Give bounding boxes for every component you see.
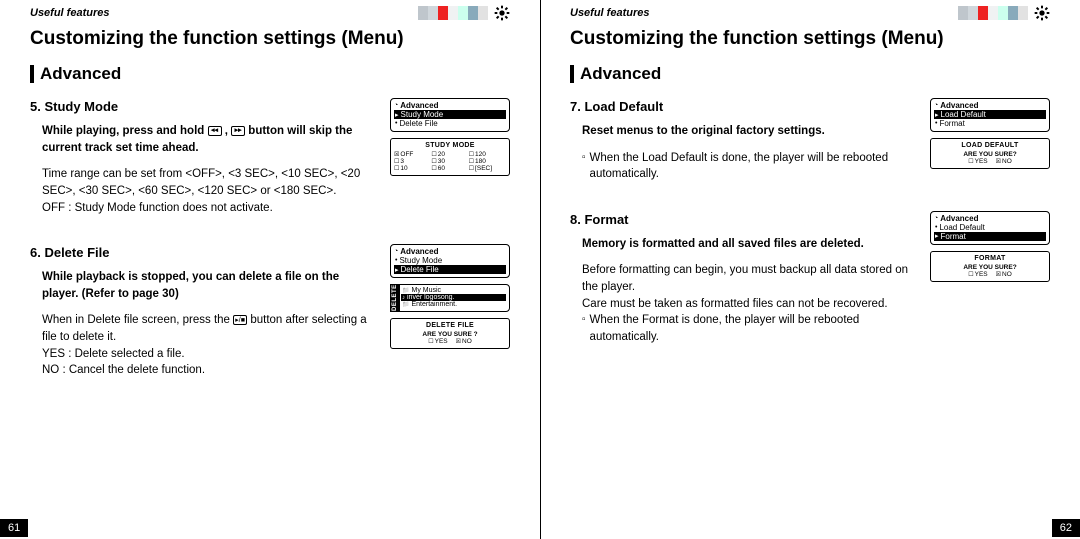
section-title: 7. Load Default <box>570 98 916 117</box>
section-delete-file: 6. Delete File While playback is stopped… <box>30 244 510 379</box>
page-right: Useful features Customizing the function… <box>540 0 1080 539</box>
section-format: 8. Format Memory is formatted and all sa… <box>570 211 1050 346</box>
lcd-delete: Advanced Study Mode Delete File DELETE M… <box>390 244 510 379</box>
gear-icon <box>494 5 510 21</box>
section-detail: When the Load Default is done, the playe… <box>570 150 916 183</box>
rewind-icon: ◂◂ <box>208 126 222 136</box>
header-decoration <box>958 5 1050 21</box>
lcd-study: Advanced Study Mode Delete File STUDY MO… <box>390 98 510 216</box>
page-footer: 62 <box>540 517 1080 539</box>
page-subtitle: Advanced <box>570 64 1050 84</box>
page-title: Customizing the function settings (Menu) <box>570 28 1050 50</box>
page-subtitle: Advanced <box>30 64 510 84</box>
section-intro: Memory is formatted and all saved files … <box>570 236 916 253</box>
breadcrumb: Useful features <box>30 7 109 19</box>
section-title: 5. Study Mode <box>30 98 376 117</box>
section-intro: While playback is stopped, you can delet… <box>30 269 376 302</box>
page-footer: 61 <box>0 517 540 539</box>
fastforward-icon: ▸▸ <box>231 126 245 136</box>
gear-icon <box>1034 5 1050 21</box>
section-study-mode: 5. Study Mode While playing, press and h… <box>30 98 510 216</box>
play-stop-icon: ▸/■ <box>233 315 247 325</box>
two-page-spread: Useful features Customizing the function… <box>0 0 1080 539</box>
section-intro: While playing, press and hold ◂◂ , ▸▸ bu… <box>30 123 376 156</box>
breadcrumb: Useful features <box>570 7 649 19</box>
section-detail: When in Delete file screen, press the ▸/… <box>30 312 376 379</box>
page-number: 61 <box>0 519 28 537</box>
section-detail: Time range can be set from <OFF>, <3 SEC… <box>30 166 376 216</box>
section-title: 6. Delete File <box>30 244 376 263</box>
section-load-default: 7. Load Default Reset menus to the origi… <box>570 98 1050 183</box>
header-decoration <box>418 5 510 21</box>
page-left: Useful features Customizing the function… <box>0 0 540 539</box>
page-number: 62 <box>1052 519 1080 537</box>
section-intro: Reset menus to the original factory sett… <box>570 123 916 140</box>
section-detail: Before formatting can begin, you must ba… <box>570 262 916 345</box>
page-divider <box>540 0 541 539</box>
section-title: 8. Format <box>570 211 916 230</box>
page-title: Customizing the function settings (Menu) <box>30 28 510 50</box>
lcd-load-default: Advanced Load Default Format LOAD DEFAUL… <box>930 98 1050 183</box>
lcd-format: Advanced Load Default Format FORMAT ARE … <box>930 211 1050 346</box>
